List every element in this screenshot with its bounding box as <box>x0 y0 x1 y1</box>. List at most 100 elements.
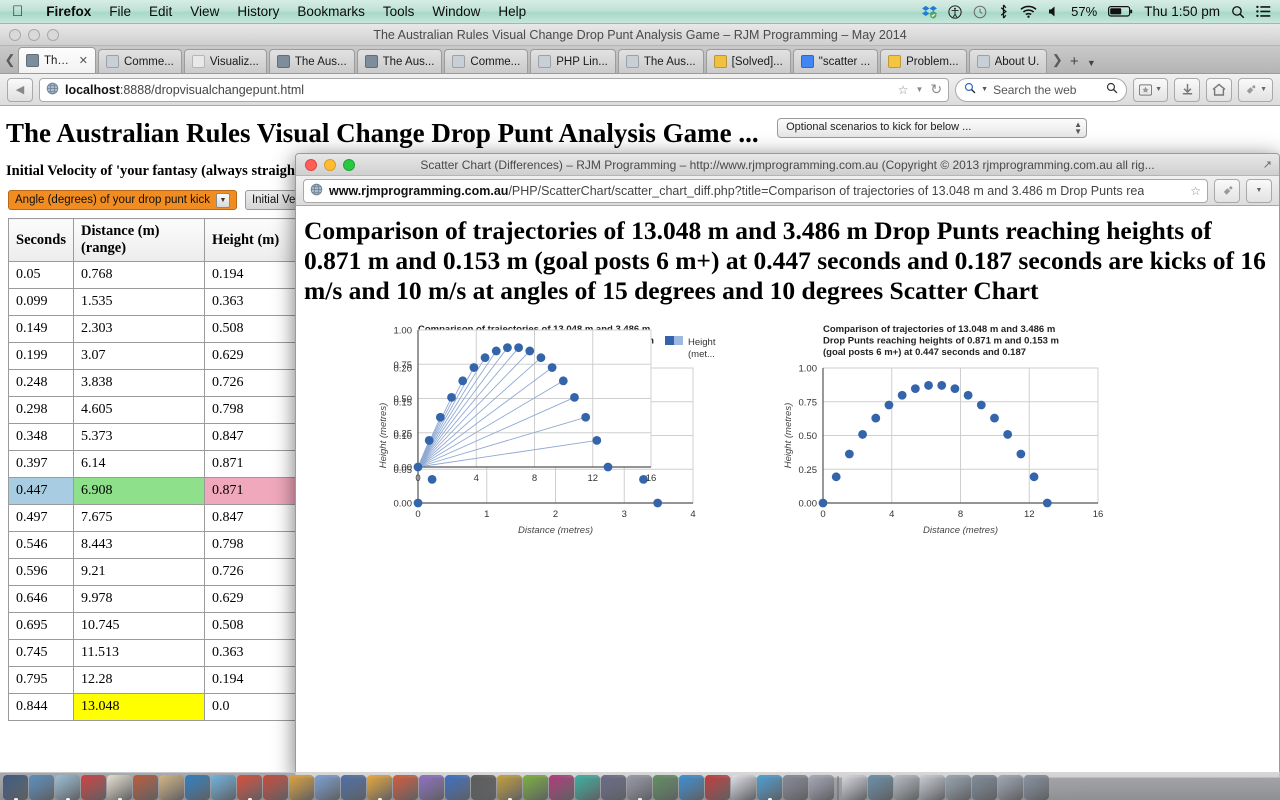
dock-icon-9[interactable] <box>237 775 262 800</box>
win2-toolbar-dropdown[interactable]: ▼ <box>1246 178 1272 203</box>
dock-icon-25[interactable] <box>653 775 678 800</box>
win2-bookmark-star-icon[interactable]: ☆ <box>1190 184 1201 198</box>
dock-icon-11[interactable] <box>289 775 314 800</box>
dock-icon-12[interactable] <box>315 775 340 800</box>
dock-icon-24[interactable] <box>627 775 652 800</box>
chart-difference-fan[interactable]: 0.00 0.25 0.50 0.75 1.00 0 4 8 12 16 Height (met... <box>356 320 766 500</box>
win2-minimize-button[interactable] <box>324 158 336 171</box>
bookmark-dropdown-icon[interactable]: ▼ <box>915 85 923 94</box>
win2-close-button[interactable] <box>305 158 317 171</box>
home-button[interactable] <box>1206 77 1233 102</box>
win1-minimize-button[interactable] <box>28 28 40 41</box>
browser-tab-6[interactable]: PHP Lin... <box>530 49 616 73</box>
url-bar[interactable]: localhost:8888/dropvisualchangepunt.html… <box>39 77 950 102</box>
browser-tab-10[interactable]: Problem... <box>880 49 967 73</box>
volume-icon[interactable] <box>1048 5 1060 18</box>
dock-icon-37[interactable] <box>972 775 997 800</box>
win1-traffic-lights[interactable] <box>0 28 59 41</box>
menu-item-tools[interactable]: Tools <box>374 4 424 19</box>
spotlight-search-icon[interactable] <box>1231 5 1245 19</box>
dock-icon-35[interactable] <box>920 775 945 800</box>
dock-icon-17[interactable] <box>445 775 470 800</box>
menu-item-file[interactable]: File <box>100 4 140 19</box>
dock-icon-26[interactable] <box>679 775 704 800</box>
browser-tab-4[interactable]: The Aus... <box>356 49 443 73</box>
bookmarks-toolbar-button[interactable]: ▼ <box>1133 77 1169 102</box>
reload-icon[interactable]: ↻ <box>930 81 942 98</box>
browser-tab-11[interactable]: About U. <box>968 49 1048 73</box>
dock-icon-38[interactable] <box>998 775 1023 800</box>
menubar-clock[interactable]: Thu 1:50 pm <box>1144 4 1220 19</box>
dock-icon-28[interactable] <box>731 775 756 800</box>
dock-icon-4[interactable] <box>107 775 132 800</box>
downloads-button[interactable] <box>1174 77 1201 102</box>
new-tab-button[interactable]: + <box>1065 53 1083 73</box>
win2-url-bar[interactable]: www.rjmprogramming.com.au/PHP/ScatterCha… <box>303 178 1208 203</box>
angle-control-dropdown-icon[interactable]: ▼ <box>215 192 230 208</box>
close-tab-icon[interactable]: ✕ <box>79 54 88 67</box>
dock-icon-21[interactable] <box>549 775 574 800</box>
win2-extension-button[interactable] <box>1214 178 1240 203</box>
win1-navigation-toolbar[interactable]: ◀ localhost:8888/dropvisualchangepunt.ht… <box>0 74 1280 106</box>
search-engine-dropdown-icon[interactable]: ▼ <box>981 86 988 93</box>
win2-traffic-lights[interactable] <box>296 158 355 171</box>
dock-icon-36[interactable] <box>946 775 971 800</box>
win2-titlebar[interactable]: Scatter Chart (Differences) – RJM Progra… <box>296 154 1279 176</box>
win2-navigation-toolbar[interactable]: www.rjmprogramming.com.au/PHP/ScatterCha… <box>296 176 1279 206</box>
back-button[interactable]: ◀ <box>7 77 33 102</box>
notification-center-icon[interactable] <box>1256 5 1271 18</box>
browser-tab-2[interactable]: Visualiz... <box>183 49 267 73</box>
dock-icon-10[interactable] <box>263 775 288 800</box>
tab-scroll-right-icon[interactable]: ❯ <box>1049 47 1065 73</box>
menu-item-history[interactable]: History <box>228 4 288 19</box>
accessibility-icon[interactable] <box>948 4 962 19</box>
dock-icon-14[interactable] <box>367 775 392 800</box>
menu-item-view[interactable]: View <box>181 4 228 19</box>
menu-item-edit[interactable]: Edit <box>140 4 181 19</box>
dock-icon-16[interactable] <box>419 775 444 800</box>
browser-tab-9[interactable]: "scatter ... <box>792 49 879 73</box>
dock-icon-7[interactable] <box>185 775 210 800</box>
dock-icon-19[interactable] <box>497 775 522 800</box>
menu-item-bookmarks[interactable]: Bookmarks <box>288 4 374 19</box>
apple-menu-icon[interactable]:  <box>12 4 23 19</box>
dock-icon-18[interactable] <box>471 775 496 800</box>
dock-icon-34[interactable] <box>894 775 919 800</box>
dock-icon-23[interactable] <box>601 775 626 800</box>
scatter-chart-window[interactable]: Scatter Chart (Differences) – RJM Progra… <box>295 153 1280 778</box>
browser-tab-8[interactable]: [Solved]... <box>705 49 791 73</box>
search-input[interactable]: Search the web <box>993 83 1101 97</box>
dock-icon-8[interactable] <box>211 775 236 800</box>
browser-tab-0[interactable]: The ... ✕ <box>18 47 96 73</box>
extension-button[interactable]: ▼ <box>1238 77 1273 102</box>
browser-tab-7[interactable]: The Aus... <box>617 49 704 73</box>
dock-icon-2[interactable] <box>55 775 80 800</box>
win1-titlebar[interactable]: The Australian Rules Visual Change Drop … <box>0 24 1280 46</box>
win1-close-button[interactable] <box>9 28 21 41</box>
browser-tab-5[interactable]: Comme... <box>444 49 529 73</box>
tab-list-dropdown-icon[interactable]: ▼ <box>1083 58 1099 73</box>
dock-icon-13[interactable] <box>341 775 366 800</box>
wifi-icon[interactable] <box>1020 5 1037 18</box>
dock-icon-5[interactable] <box>133 775 158 800</box>
dock-icon-31[interactable] <box>809 775 834 800</box>
dock-icon-1[interactable] <box>29 775 54 800</box>
win2-fullscreen-icon[interactable]: ↗ <box>1263 158 1272 171</box>
win1-zoom-button[interactable] <box>47 28 59 41</box>
browser-tab-1[interactable]: Comme... <box>98 49 182 73</box>
dropbox-icon[interactable] <box>922 4 938 19</box>
menu-item-firefox[interactable]: Firefox <box>37 4 100 19</box>
search-bar[interactable]: ▼ Search the web <box>955 77 1128 102</box>
dock-icon-27[interactable] <box>705 775 730 800</box>
dock-icon-22[interactable] <box>575 775 600 800</box>
bluetooth-icon[interactable] <box>998 4 1009 19</box>
dock-icon-0[interactable] <box>3 775 28 800</box>
chart-big-kick[interactable]: Comparison of trajectories of 13.048 m a… <box>761 320 1106 550</box>
search-submit-icon[interactable] <box>1106 82 1118 97</box>
menu-item-window[interactable]: Window <box>423 4 489 19</box>
dock-icon-3[interactable] <box>81 775 106 800</box>
scenario-select[interactable]: Optional scenarios to kick for below ...… <box>777 117 1088 138</box>
tab-scroll-left-icon[interactable]: ❮ <box>2 47 18 73</box>
dock-icon-30[interactable] <box>783 775 808 800</box>
dock-icon-32[interactable] <box>842 775 867 800</box>
